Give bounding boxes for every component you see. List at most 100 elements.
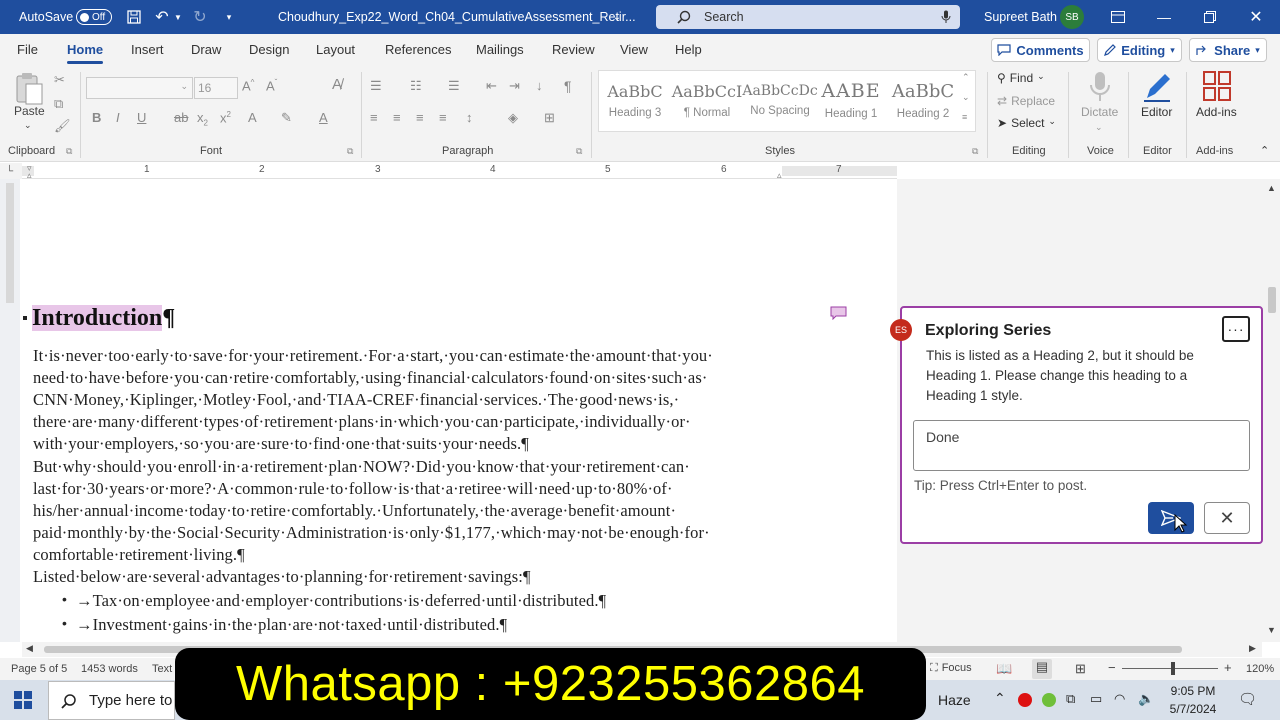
search-box[interactable]: Search [656,5,960,29]
underline-icon[interactable]: U [137,110,146,125]
text-predictions-status[interactable]: Text [152,663,172,675]
scrollbar-thumb[interactable] [1268,287,1276,313]
autosave-toggle[interactable]: Off [76,9,112,25]
styles-scroll-down-icon[interactable]: ⌄ [962,92,970,103]
zoom-level[interactable]: 120% [1246,663,1274,675]
italic-icon[interactable]: I [116,110,120,125]
align-center-icon[interactable]: ≡ [393,110,401,125]
style-normal[interactable]: AaBbCcI ¶ Normal [672,74,743,126]
user-name[interactable]: Supreet Bath [984,0,1057,34]
superscript-icon[interactable]: x2 [220,110,231,125]
sort-icon[interactable]: ↓ [536,78,543,93]
ribbon-display-icon[interactable] [1110,0,1126,34]
scroll-up-icon[interactable]: ▲ [1267,183,1276,193]
editing-mode-button[interactable]: Editing ▾ [1097,38,1182,62]
editor-button[interactable]: Editor [1141,105,1172,119]
scroll-down-icon[interactable]: ▼ [1267,625,1276,635]
wifi-icon[interactable]: ◠ [1114,691,1125,707]
bold-icon[interactable]: B [92,110,101,125]
borders-icon[interactable]: ⊞ [544,110,555,126]
paste-button[interactable]: Paste [14,104,45,118]
document-title[interactable]: Choudhury_Exp22_Word_Ch04_CumulativeAsse… [278,0,636,34]
microphone-icon[interactable] [1089,71,1111,103]
strikethrough-icon[interactable]: ab [174,110,188,125]
replace-button[interactable]: ⇄ Replace [997,94,1055,108]
shading-icon[interactable]: ◈ [508,110,518,126]
page-count[interactable]: Page 5 of 5 [11,663,67,675]
tab-file[interactable]: File [17,34,38,66]
comment-marker-icon[interactable] [830,306,847,321]
avatar[interactable]: SB [1060,5,1084,29]
device-icon[interactable]: ⧉ [1066,691,1075,707]
tab-draw[interactable]: Draw [191,34,221,66]
clear-formatting-icon[interactable]: A̸ [332,76,342,93]
zoom-in-icon[interactable]: + [1224,660,1232,675]
clock-time[interactable]: 9:05 PM [1168,684,1218,698]
style-heading-1[interactable]: AABE Heading 1 [816,74,886,126]
undo-icon[interactable]: ↶ [153,0,171,34]
zoom-slider-thumb[interactable] [1171,662,1175,675]
recording-icon[interactable] [1018,693,1032,707]
tab-help[interactable]: Help [675,34,702,66]
collapse-ribbon-icon[interactable]: ⌃ [1260,144,1269,157]
reply-input[interactable]: Done [913,420,1250,471]
comment-card[interactable]: ES Exploring Series ··· This is listed a… [890,306,1263,544]
title-dropdown-icon[interactable]: ⌄ [610,0,624,34]
windows-start-icon[interactable] [14,691,32,709]
tab-references[interactable]: References [385,34,451,66]
editor-icon[interactable] [1141,70,1173,104]
line-spacing-icon[interactable]: ↕ [466,110,473,125]
battery-icon[interactable]: ▭ [1090,691,1102,707]
font-launcher-icon[interactable]: ⧉ [347,146,353,157]
document-page[interactable]: Introduction¶ It·is·never·too·early·to·s… [20,179,897,642]
show-hidden-icons-icon[interactable]: ⌃ [994,690,1006,707]
font-color-icon[interactable]: A [319,110,328,125]
tab-home[interactable]: Home [67,34,104,66]
dictate-button[interactable]: Dictate [1081,105,1118,119]
document-heading[interactable]: Introduction¶ [32,305,175,332]
add-ins-button[interactable]: Add-ins [1196,105,1237,119]
tab-insert[interactable]: Insert [131,34,164,66]
shrink-font-icon[interactable]: Aˇ [266,78,277,93]
comments-button[interactable]: Comments [991,38,1090,62]
justify-icon[interactable]: ≡ [439,110,447,125]
customize-toolbar-icon[interactable]: ▾ [222,0,236,34]
copy-icon[interactable]: ⧉ [54,96,63,112]
minimize-icon[interactable]: — [1156,0,1172,34]
styles-scroll-up-icon[interactable]: ⌃ [962,72,970,83]
word-count[interactable]: 1453 words [81,663,138,675]
zoom-out-icon[interactable]: − [1108,660,1116,675]
web-layout-icon[interactable]: ⊞ [1075,661,1086,677]
add-ins-icon[interactable] [1203,71,1231,101]
find-button[interactable]: ⚲ Find ⌄ [997,71,1045,85]
subscript-icon[interactable]: x2 [197,110,208,128]
vertical-ruler[interactable] [0,179,20,642]
tab-view[interactable]: View [620,34,648,66]
restore-icon[interactable] [1202,0,1218,34]
cut-icon[interactable]: ✂ [54,72,65,88]
tab-review[interactable]: Review [552,34,595,66]
align-left-icon[interactable]: ≡ [370,110,378,125]
numbering-icon[interactable]: ☷ [410,78,422,94]
vertical-scrollbar[interactable]: ▲ ▼ [1263,179,1280,642]
styles-launcher-icon[interactable]: ⧉ [972,146,978,157]
text-effects-icon[interactable]: A [248,110,257,125]
style-no-spacing[interactable]: AaBbCcDc No Spacing [742,74,817,126]
show-formatting-icon[interactable]: ¶ [564,78,572,94]
paragraph-launcher-icon[interactable]: ⧉ [576,146,582,157]
tab-mailings[interactable]: Mailings [476,34,524,66]
notification-icon[interactable]: 🗨 [1238,690,1257,708]
paste-dropdown-icon[interactable]: ⌄ [24,120,32,131]
undo-dropdown-icon[interactable]: ▼ [173,0,183,34]
grow-font-icon[interactable]: A^ [242,78,254,93]
style-heading-3[interactable]: AaBbC Heading 3 [600,74,670,126]
share-button[interactable]: Share ▾ [1189,38,1267,62]
font-size-box[interactable]: 16 [194,77,238,99]
taskbar-search-box[interactable]: Type here to [48,681,175,720]
close-icon[interactable]: ✕ [1248,0,1264,34]
read-mode-icon[interactable]: 📖 [996,661,1012,677]
microphone-icon[interactable] [940,9,952,25]
weather-status[interactable]: Haze [938,692,971,708]
clipboard-launcher-icon[interactable]: ⧉ [66,146,72,157]
decrease-indent-icon[interactable]: ⇤ [486,78,497,94]
